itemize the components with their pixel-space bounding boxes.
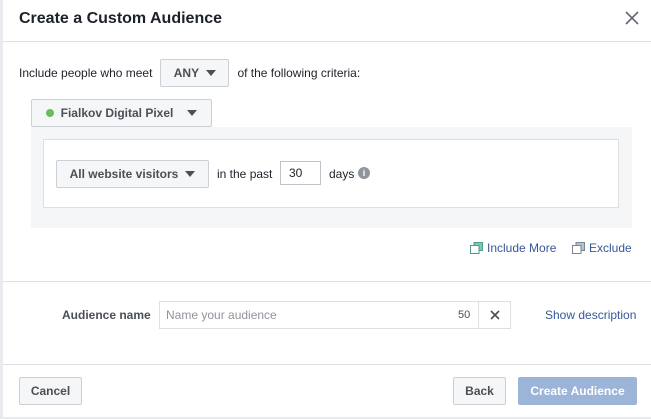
clear-audience-name-button[interactable] (478, 302, 510, 328)
pixel-status-icon (45, 109, 54, 117)
traffic-type-value: All website visitors (69, 167, 179, 181)
info-icon[interactable]: i (358, 167, 370, 179)
include-more-link[interactable]: Include More (470, 241, 556, 255)
create-custom-audience-dialog: Create a Custom Audience Include people … (3, 0, 651, 417)
days-label: days (329, 167, 355, 181)
create-audience-button[interactable]: Create Audience (518, 377, 637, 405)
audience-name-input[interactable] (160, 302, 456, 328)
in-the-past-label: in the past (217, 167, 273, 181)
back-button[interactable]: Back (453, 377, 506, 405)
character-count: 50 (458, 309, 471, 321)
close-icon[interactable] (623, 9, 641, 27)
section-divider (3, 281, 651, 282)
show-description-link[interactable]: Show description (545, 308, 636, 322)
chevron-down-icon (206, 70, 217, 76)
pixel-name: Fialkov Digital Pixel (60, 106, 174, 120)
close-icon (489, 310, 500, 320)
footer-divider (3, 364, 651, 365)
traffic-type-dropdown[interactable]: All website visitors (56, 160, 209, 188)
criteria-intro-row: Include people who meet ANY of the follo… (19, 59, 360, 87)
pixel-selector-dropdown[interactable]: Fialkov Digital Pixel (31, 99, 212, 127)
include-people-label: Include people who meet (19, 66, 153, 80)
criteria-panel: All website visitors in the past days i (31, 127, 632, 228)
dialog-header: Create a Custom Audience (3, 0, 651, 42)
match-mode-dropdown[interactable]: ANY (160, 59, 230, 87)
exclude-icon (572, 242, 585, 254)
criteria-suffix-label: of the following criteria: (237, 66, 361, 80)
chevron-down-icon (187, 110, 198, 116)
include-more-icon (470, 242, 483, 254)
chevron-down-icon (185, 171, 196, 177)
dialog-title: Create a Custom Audience (19, 10, 223, 27)
include-more-label: Include More (487, 241, 557, 255)
audience-name-field: 50 (159, 301, 511, 329)
retention-days-input[interactable] (280, 161, 321, 185)
audience-name-label: Audience name (62, 308, 151, 322)
exclude-link[interactable]: Exclude (572, 241, 632, 255)
exclude-label: Exclude (589, 241, 632, 255)
cancel-button[interactable]: Cancel (19, 377, 82, 405)
match-mode-value: ANY (173, 66, 200, 80)
website-rule-box: All website visitors in the past days i (43, 139, 619, 208)
